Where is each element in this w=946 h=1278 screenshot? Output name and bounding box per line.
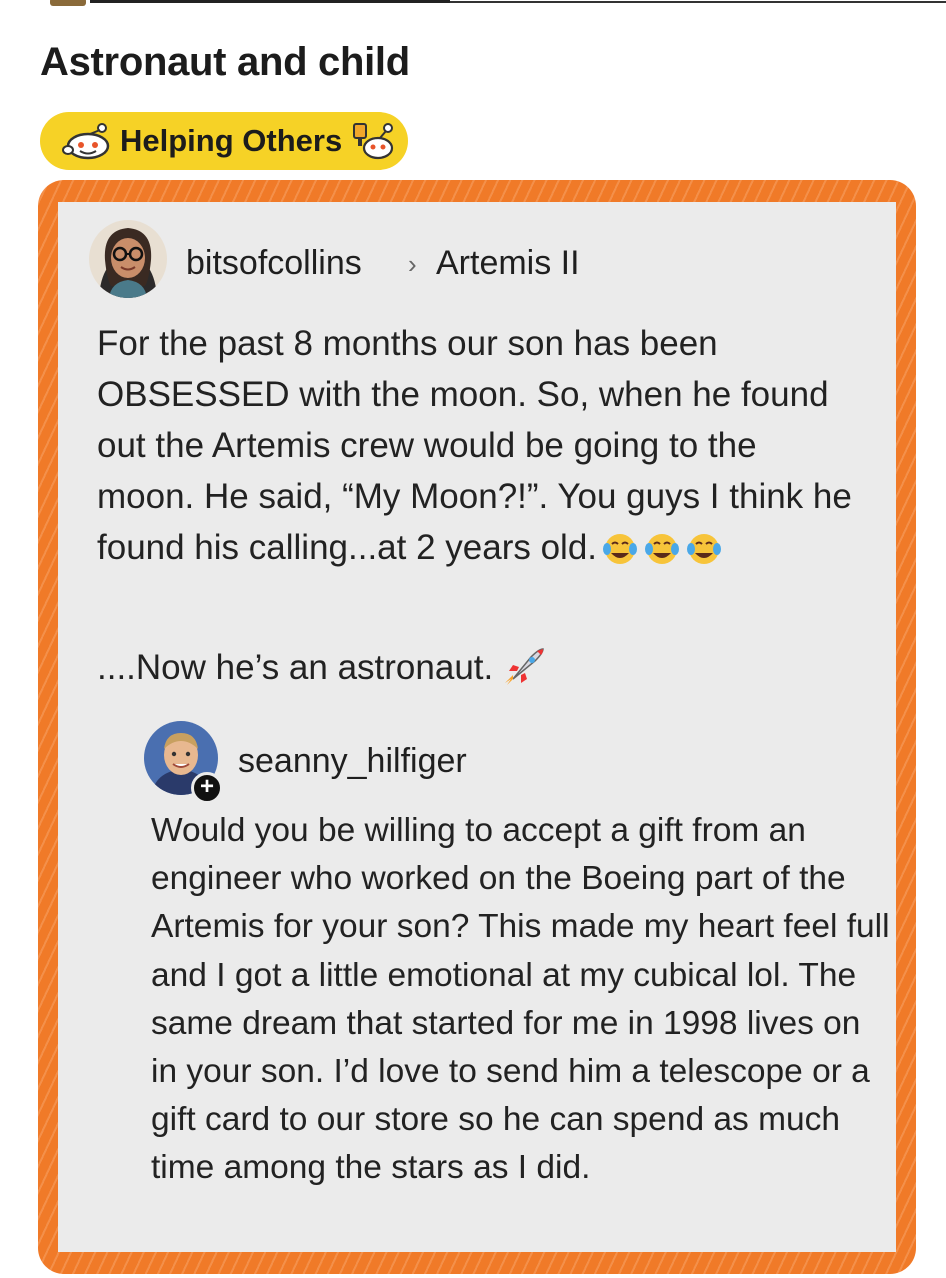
breadcrumb-chevron-icon: › — [408, 249, 417, 279]
post-body-content: For the past 8 months our son has been O… — [97, 324, 852, 567]
tears-of-joy-emoji-group — [597, 528, 723, 567]
tears-of-joy-icon — [645, 534, 680, 564]
post-flair[interactable]: Helping Others — [40, 112, 408, 170]
channel-name[interactable]: Artemis II — [436, 244, 580, 283]
follow-plus-button[interactable]: + — [191, 772, 223, 804]
post-tail-text: ....Now he’s an astronaut. — [97, 645, 547, 689]
author-avatar[interactable] — [89, 220, 167, 298]
top-progress-line — [90, 0, 450, 3]
subreddit-icon — [50, 0, 86, 6]
tears-of-joy-icon — [687, 534, 722, 564]
reddit-snoo-trophy-icon — [353, 123, 394, 160]
top-cutoff-bar — [0, 0, 946, 18]
reddit-snoo-helping-icon — [62, 123, 110, 160]
reply-body-text: Would you be willing to accept a gift fr… — [151, 812, 890, 1187]
flair-label: Helping Others — [120, 123, 343, 158]
author-username[interactable]: bitsofcollins — [186, 244, 362, 283]
post-body-text: For the past 8 months our son has been O… — [97, 318, 857, 573]
reply-author-username[interactable]: seanny_hilfiger — [238, 742, 467, 781]
rocket-icon — [505, 648, 545, 685]
post-title: Astronaut and child — [40, 40, 410, 84]
post-tail-content: ....Now he’s an astronaut. — [97, 648, 494, 687]
tears-of-joy-icon — [603, 534, 638, 564]
